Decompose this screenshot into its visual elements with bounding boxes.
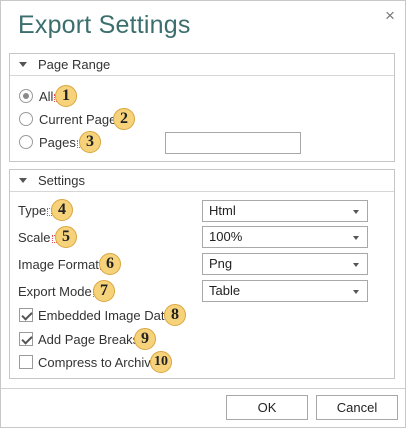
collapse-triangle-icon[interactable] [19, 178, 27, 183]
callout-badge: 1 [55, 85, 77, 107]
scale-label: Scale [18, 230, 57, 245]
add-page-breaks-checkbox[interactable] [19, 332, 33, 346]
footer-divider [1, 388, 405, 389]
radio-current-page-label[interactable]: Current Page [39, 112, 123, 127]
add-page-breaks-label[interactable]: Add Page Breaks [38, 332, 146, 347]
dialog-title: Export Settings [18, 11, 191, 39]
callout-badge: 8 [164, 304, 186, 326]
compress-to-archive-checkbox[interactable] [19, 355, 33, 369]
chevron-down-icon [353, 236, 359, 240]
collapse-triangle-icon[interactable] [19, 62, 27, 67]
compress-to-archive-label[interactable]: Compress to Archive [38, 355, 164, 370]
radio-current-page[interactable] [19, 112, 33, 126]
callout-badge: 3 [79, 131, 101, 153]
image-format-select-value: Png [209, 256, 233, 271]
chevron-down-icon [353, 263, 359, 267]
scale-select-value: 100% [209, 229, 243, 244]
embedded-image-data-label[interactable]: Embedded Image Data [38, 308, 178, 323]
callout-badge: 2 [113, 108, 135, 130]
callout-badge: 5 [55, 226, 77, 248]
export-settings-dialog: Export Settings × Page Range All 1 Curre… [0, 0, 406, 428]
settings-header[interactable]: Settings [10, 170, 394, 192]
close-icon[interactable]: × [383, 7, 397, 25]
page-range-header[interactable]: Page Range [10, 54, 394, 76]
callout-badge: 10 [150, 351, 172, 373]
callout-badge: 6 [99, 253, 121, 275]
image-format-select[interactable]: Png [202, 253, 368, 275]
cancel-button[interactable]: Cancel [316, 395, 398, 420]
export-mode-select-value: Table [209, 283, 241, 298]
image-format-label: Image Format [18, 257, 105, 272]
chevron-down-icon [353, 210, 359, 214]
ok-button[interactable]: OK [226, 395, 308, 420]
radio-all[interactable] [19, 89, 33, 103]
pages-input[interactable] [165, 132, 301, 154]
chevron-down-icon [353, 290, 359, 294]
callout-badge: 9 [134, 328, 156, 350]
radio-pages[interactable] [19, 135, 33, 149]
radio-pages-label[interactable]: Pages [39, 135, 82, 150]
settings-header-label: Settings [38, 173, 85, 188]
callout-badge: 4 [51, 199, 73, 221]
export-mode-select[interactable]: Table [202, 280, 368, 302]
type-label: Type [18, 203, 53, 218]
type-select-value: Html [209, 203, 236, 218]
embedded-image-data-checkbox[interactable] [19, 308, 33, 322]
export-mode-label: Export Mode [18, 284, 98, 299]
page-range-header-label: Page Range [38, 57, 111, 72]
type-select[interactable]: Html [202, 200, 368, 222]
scale-select[interactable]: 100% [202, 226, 368, 248]
callout-badge: 7 [93, 280, 115, 302]
